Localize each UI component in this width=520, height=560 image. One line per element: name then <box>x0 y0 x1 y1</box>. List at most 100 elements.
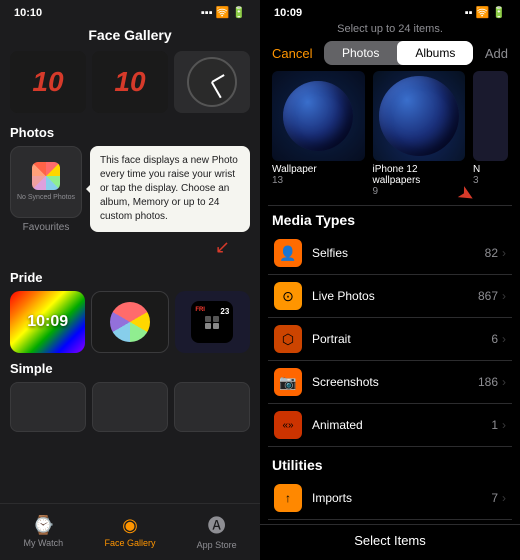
wallpaper-sphere <box>283 81 353 151</box>
tab-albums[interactable]: Albums <box>397 41 473 65</box>
face-thumb-red-1[interactable]: 10 <box>10 51 86 113</box>
albums-row: Wallpaper 13 iPhone 12 wallpapers 9 ➤ N … <box>260 71 520 197</box>
n-label: N <box>473 164 508 175</box>
media-row-selfies[interactable]: 👤 Selfies 82 › <box>268 232 512 275</box>
pride-face-circle[interactable] <box>91 291 168 353</box>
screenshots-name: Screenshots <box>312 375 478 389</box>
album-iphone12[interactable]: iPhone 12 wallpapers 9 ➤ <box>373 71 466 197</box>
n-count: 3 <box>473 175 508 186</box>
pride-small-clock: FRI 23 <box>191 301 233 343</box>
portrait-icon: ⬡ <box>274 325 302 353</box>
album-wallpaper-img <box>272 71 365 161</box>
signal-icon: ▪▪▪ <box>201 7 213 19</box>
clock-minute-hand <box>211 82 221 98</box>
app-store-label: App Store <box>197 540 237 550</box>
simple-face-2[interactable] <box>92 382 168 432</box>
media-types-header: Media Types <box>260 206 520 232</box>
iphone-sphere <box>379 76 459 156</box>
wallpaper-count: 13 <box>272 175 365 186</box>
pride-section: Pride 10:09 FRI 23 <box>10 270 250 353</box>
cancel-button[interactable]: Cancel <box>272 46 312 61</box>
live-icon: ⊙ <box>274 282 302 310</box>
left-status-bar: 10:10 ▪▪▪ 🛜 🔋 <box>0 0 260 23</box>
media-row-screenshots[interactable]: 📷 Screenshots 186 › <box>268 361 512 404</box>
select-items-label: Select Items <box>354 533 426 548</box>
simple-section-label: Simple <box>10 361 250 376</box>
red-digit-2: 10 <box>114 68 145 96</box>
selfies-name: Selfies <box>312 246 485 260</box>
face-thumb-red-2[interactable]: 10 <box>92 51 168 113</box>
simple-face-1[interactable] <box>10 382 86 432</box>
media-row-live[interactable]: ⊙ Live Photos 867 › <box>268 275 512 318</box>
photos-section-label: Photos <box>10 125 250 140</box>
right-status-icons: ▪▪ 🛜 🔋 <box>465 6 506 19</box>
portrait-name: Portrait <box>312 332 491 346</box>
right-status-bar: 10:09 ▪▪ 🛜 🔋 <box>260 0 520 23</box>
simple-section: Simple <box>10 361 250 432</box>
right-panel: 10:09 ▪▪ 🛜 🔋 Select up to 24 items. Canc… <box>260 0 520 560</box>
screenshots-count: 186 <box>478 375 498 389</box>
media-row-animated[interactable]: «» Animated 1 › <box>268 404 512 447</box>
tab-photos[interactable]: Photos <box>324 41 397 65</box>
media-row-imports[interactable]: ↑ Imports 7 › <box>268 477 512 520</box>
imports-icon: ↑ <box>274 484 302 512</box>
add-button[interactable]: Add <box>485 46 508 61</box>
clock-grid-row2 <box>205 323 219 329</box>
clock-circle <box>187 57 237 107</box>
album-n-img <box>473 71 508 161</box>
red-arrow-down-left: ↙ <box>10 237 250 258</box>
battery-icon: 🔋 <box>232 6 246 19</box>
favourites-label: Favourites <box>23 222 70 233</box>
pride-section-label: Pride <box>10 270 250 285</box>
top-faces-grid: 10 10 <box>10 51 250 113</box>
live-chevron: › <box>502 289 506 303</box>
select-items-bar[interactable]: Select Items <box>260 524 520 560</box>
imports-chevron: › <box>502 491 506 505</box>
clock-grid <box>205 316 219 329</box>
grid-cell <box>205 323 211 329</box>
imports-count: 7 <box>491 491 498 505</box>
right-signal-icon: ▪▪ <box>465 7 473 19</box>
page-title: Face Gallery <box>0 23 260 51</box>
portrait-chevron: › <box>502 332 506 346</box>
no-sync-label: No Synced Photos <box>17 194 75 202</box>
fri-badge: FRI <box>195 307 205 313</box>
album-wallpaper[interactable]: Wallpaper 13 <box>272 71 365 197</box>
photos-face-box[interactable]: No Synced Photos <box>10 146 82 218</box>
clock-grid-row <box>205 316 219 322</box>
animated-count: 1 <box>491 418 498 432</box>
pride-face-rainbow[interactable]: 10:09 <box>10 291 85 353</box>
animated-icon: «» <box>274 411 302 439</box>
live-count: 867 <box>478 289 498 303</box>
face-thumb-clock[interactable] <box>174 51 250 113</box>
left-time: 10:10 <box>14 7 42 19</box>
album-n[interactable]: N 3 <box>473 71 508 197</box>
red-digit-1: 10 <box>32 68 63 96</box>
animated-name: Animated <box>312 418 491 432</box>
wifi-icon: 🛜 <box>216 6 230 19</box>
selfies-icon: 👤 <box>274 239 302 267</box>
nav-item-app-store[interactable]: 🅐 App Store <box>173 512 260 550</box>
media-types-list: 👤 Selfies 82 › ⊙ Live Photos 867 › ⬡ Por… <box>260 232 520 447</box>
photos-face-container: No Synced Photos Favourites <box>10 146 82 233</box>
pride-face-dark[interactable]: FRI 23 <box>175 291 250 353</box>
pride-faces-row: 10:09 FRI 23 <box>10 291 250 353</box>
grid-cell <box>213 316 219 322</box>
screenshots-chevron: › <box>502 375 506 389</box>
grid-cell <box>205 316 211 322</box>
simple-faces-row <box>10 382 250 432</box>
photos-section: Photos No Synced Photos Favourites This … <box>10 125 250 258</box>
media-row-portrait[interactable]: ⬡ Portrait 6 › <box>268 318 512 361</box>
photos-tooltip: This face displays a new Photo every tim… <box>90 146 250 232</box>
nav-item-my-watch[interactable]: ⌚ My Watch <box>0 515 87 548</box>
photos-face-row: No Synced Photos Favourites This face di… <box>10 146 250 233</box>
simple-face-3[interactable] <box>174 382 250 432</box>
selfies-chevron: › <box>502 246 506 260</box>
left-scroll-content: 10 10 Photos <box>0 51 260 503</box>
red-face-content-1: 10 <box>10 51 86 113</box>
app-store-icon: 🅐 <box>208 512 226 538</box>
right-battery-icon: 🔋 <box>492 6 506 19</box>
nav-item-face-gallery[interactable]: ◉ Face Gallery <box>87 515 174 548</box>
left-status-icons: ▪▪▪ 🛜 🔋 <box>201 6 246 19</box>
right-tab-controls: Cancel Photos Albums Add <box>260 41 520 71</box>
